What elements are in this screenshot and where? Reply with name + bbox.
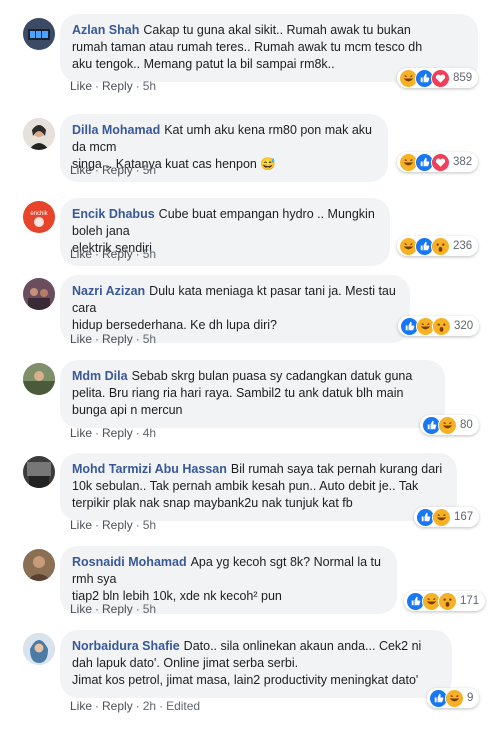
reply-link[interactable]: Reply [102,332,133,346]
reaction-count: 382 [453,156,473,168]
reply-link[interactable]: Reply [102,426,133,440]
like-link[interactable]: Like [70,79,92,93]
reaction-count: 171 [460,595,480,607]
haha-icon [438,415,457,435]
timestamp[interactable]: 5h [143,518,156,532]
avatar[interactable] [23,18,55,50]
reaction-summary[interactable]: 9 [427,688,480,708]
avatar[interactable] [23,118,55,150]
svg-text:enchik: enchik [30,211,48,217]
reply-link[interactable]: Reply [102,518,133,532]
comment-author[interactable]: Dilla Mohamad [72,123,160,137]
reaction-summary[interactable]: 859 [397,68,479,88]
comment-actions: Like · Reply · 5h [70,79,157,93]
timestamp[interactable]: 5h [143,247,156,261]
timestamp[interactable]: 5h [143,602,156,616]
comment-bubble: Norbaidura Shafie Dato.. sila onlinekan a… [60,630,452,698]
wow-icon [432,316,451,336]
timestamp[interactable]: 4h [143,426,156,440]
comment-actions: Like · Reply · 4h [70,426,157,440]
reply-link[interactable]: Reply [102,163,133,177]
reaction-summary[interactable]: 167 [414,507,480,527]
timestamp[interactable]: 5h [143,163,156,177]
reaction-summary[interactable]: 80 [420,415,479,435]
haha-icon [445,688,464,708]
reaction-count: 80 [460,419,473,431]
reply-link[interactable]: Reply [102,247,133,261]
avatar[interactable] [23,278,55,310]
comment-author[interactable]: Rosnaidi Mohamad [72,555,187,569]
comment-actions: Like · Reply · 5h [70,518,157,532]
love-icon [431,68,450,88]
reaction-count: 320 [454,320,474,332]
reaction-summary[interactable]: 236 [397,236,479,256]
comment-feed: Azlan Shah Cakap tu guna akal sikit.. Rum… [0,0,503,742]
like-link[interactable]: Like [70,518,92,532]
reply-link[interactable]: Reply [102,602,133,616]
comment-actions: Like · Reply · 5h [70,247,157,261]
comment-actions: Like · Reply · 5h [70,332,157,346]
like-link[interactable]: Like [70,332,92,346]
wow-icon [431,236,450,256]
reaction-summary[interactable]: 171 [404,591,486,611]
timestamp[interactable]: 2h [143,699,156,713]
comment-author[interactable]: Encik Dhabus [72,207,155,221]
reaction-count: 167 [454,511,474,523]
avatar[interactable] [23,633,55,665]
edited-label[interactable]: Edited [166,699,200,713]
comment-actions: Like · Reply · 5h [70,163,157,177]
haha-icon [432,507,451,527]
avatar[interactable] [23,363,55,395]
comment-actions: Like · Reply · 5h [70,602,157,616]
reaction-summary[interactable]: 382 [397,152,479,172]
comment-bubble: Mdm Dila Sebab skrg bulan puasa sy cadang… [60,360,445,428]
reply-link[interactable]: Reply [102,699,133,713]
comment-author[interactable]: Nazri Azizan [72,284,145,298]
reaction-count: 9 [467,692,474,704]
reaction-count: 859 [453,72,473,84]
reaction-count: 236 [453,240,473,252]
comment-author[interactable]: Mohd Tarmizi Abu Hassan [72,462,227,476]
avatar[interactable] [23,456,55,488]
timestamp[interactable]: 5h [143,332,156,346]
comment-author[interactable]: Norbaidura Shafie [72,639,180,653]
comment-actions: Like · Reply · 2h · Edited [70,699,201,713]
like-link[interactable]: Like [70,426,92,440]
like-link[interactable]: Like [70,247,92,261]
love-icon [431,152,450,172]
reaction-summary[interactable]: 320 [398,316,480,336]
avatar[interactable] [23,549,55,581]
reply-link[interactable]: Reply [102,79,133,93]
comment-author[interactable]: Azlan Shah [72,23,139,37]
avatar[interactable]: enchik [23,201,55,233]
timestamp[interactable]: 5h [143,79,156,93]
comment-bubble: Mohd Tarmizi Abu Hassan Bil rumah saya ta… [60,453,457,521]
wow-icon [438,591,457,611]
comment-author[interactable]: Mdm Dila [72,369,128,383]
like-link[interactable]: Like [70,699,92,713]
like-link[interactable]: Like [70,163,92,177]
like-link[interactable]: Like [70,602,92,616]
